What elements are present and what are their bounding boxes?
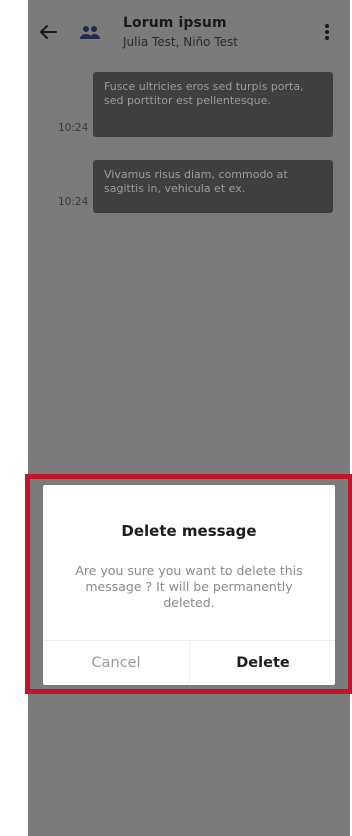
delete-button[interactable]: Delete xyxy=(190,641,336,685)
chat-screen: Lorum ipsum Julia Test, Niño Test 10:24 … xyxy=(28,0,350,836)
cancel-button[interactable]: Cancel xyxy=(43,641,189,685)
chat-title: Lorum ipsum xyxy=(123,15,227,31)
dialog-title: Delete message xyxy=(121,522,257,540)
message-bubble[interactable]: Fusce ultricies eros sed turpis porta, s… xyxy=(93,72,333,137)
chat-header: Lorum ipsum Julia Test, Niño Test xyxy=(28,0,350,68)
message-time: 10:24 xyxy=(58,122,89,134)
dialog-message: Are you sure you want to delete this mes… xyxy=(75,563,303,610)
group-icon xyxy=(79,25,101,41)
more-vertical-icon[interactable] xyxy=(317,20,337,44)
delete-message-dialog: Delete message Are you sure you want to … xyxy=(43,485,335,685)
arrow-left-icon[interactable] xyxy=(36,20,60,44)
message-bubble[interactable]: Vivamus risus diam, commodo at sagittis … xyxy=(93,160,333,213)
message-time: 10:24 xyxy=(58,196,89,208)
chat-participants: Julia Test, Niño Test xyxy=(123,35,238,49)
